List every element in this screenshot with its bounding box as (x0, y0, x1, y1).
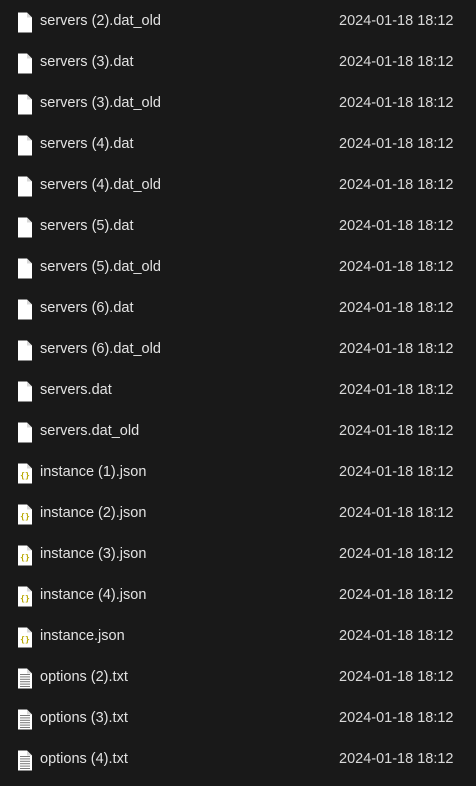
file-modified-date: 2024-01-18 18:12 (339, 54, 454, 70)
file-row[interactable]: servers.dat_old 2024-01-18 18:12 (0, 411, 476, 452)
json-file-icon: {} (17, 463, 33, 484)
blank-file-icon (17, 217, 33, 238)
file-row[interactable]: servers (2).dat_old 2024-01-18 18:12 (0, 1, 476, 42)
file-row[interactable]: servers.dat 2024-01-18 18:12 (0, 370, 476, 411)
file-list: servers (2).dat_old 2024-01-18 18:12 ser… (0, 0, 476, 786)
file-modified-date: 2024-01-18 18:12 (339, 423, 454, 439)
file-name[interactable]: servers (5).dat (40, 206, 133, 247)
file-row[interactable]: servers (6).dat_old 2024-01-18 18:12 (0, 329, 476, 370)
file-name[interactable]: servers (5).dat_old (40, 247, 161, 288)
file-name[interactable]: servers.dat (40, 370, 112, 411)
blank-file-icon (17, 381, 33, 402)
text-file-icon (17, 668, 33, 689)
file-modified-date: 2024-01-18 18:12 (339, 546, 454, 562)
file-name[interactable]: servers (4).dat_old (40, 165, 161, 206)
json-file-icon: {} (17, 545, 33, 566)
svg-text:{}: {} (20, 594, 30, 603)
file-name[interactable]: servers (6).dat_old (40, 329, 161, 370)
file-row[interactable]: servers (5).dat 2024-01-18 18:12 (0, 206, 476, 247)
blank-file-icon (17, 299, 33, 320)
file-name[interactable]: servers (3).dat (40, 42, 133, 83)
blank-file-icon (17, 53, 33, 74)
file-modified-date: 2024-01-18 18:12 (339, 505, 454, 521)
svg-text:{}: {} (20, 512, 30, 521)
file-name[interactable]: servers.dat_old (40, 411, 139, 452)
blank-file-icon (17, 422, 33, 443)
file-name[interactable]: options (2).txt (40, 657, 128, 698)
file-name[interactable]: servers (3).dat_old (40, 83, 161, 124)
file-modified-date: 2024-01-18 18:12 (339, 628, 454, 644)
file-name[interactable]: instance (1).json (40, 452, 146, 493)
file-row[interactable]: servers (4).dat_old 2024-01-18 18:12 (0, 165, 476, 206)
file-row[interactable]: servers (5).dat_old 2024-01-18 18:12 (0, 247, 476, 288)
file-row[interactable]: servers (4).dat 2024-01-18 18:12 (0, 124, 476, 165)
file-name[interactable]: instance (3).json (40, 534, 146, 575)
svg-text:{}: {} (20, 635, 30, 644)
file-modified-date: 2024-01-18 18:12 (339, 751, 454, 767)
file-row[interactable]: options (2).txt 2024-01-18 18:12 (0, 657, 476, 698)
json-file-icon: {} (17, 627, 33, 648)
file-name[interactable]: servers (6).dat (40, 288, 133, 329)
text-file-icon (17, 709, 33, 730)
file-row[interactable]: servers (3).dat_old 2024-01-18 18:12 (0, 83, 476, 124)
file-modified-date: 2024-01-18 18:12 (339, 300, 454, 316)
file-row[interactable]: {} instance (4).json 2024-01-18 18:12 (0, 575, 476, 616)
file-name[interactable]: servers (4).dat (40, 124, 133, 165)
file-name[interactable]: instance.json (40, 616, 125, 657)
blank-file-icon (17, 12, 33, 33)
file-row[interactable]: servers (6).dat 2024-01-18 18:12 (0, 288, 476, 329)
file-row[interactable]: servers (3).dat 2024-01-18 18:12 (0, 42, 476, 83)
blank-file-icon (17, 340, 33, 361)
file-modified-date: 2024-01-18 18:12 (339, 95, 454, 111)
file-name[interactable]: options (4).txt (40, 739, 128, 780)
file-modified-date: 2024-01-18 18:12 (339, 13, 454, 29)
file-row[interactable]: options (4).txt 2024-01-18 18:12 (0, 739, 476, 780)
svg-text:{}: {} (20, 553, 30, 562)
file-modified-date: 2024-01-18 18:12 (339, 710, 454, 726)
text-file-icon (17, 750, 33, 771)
file-name[interactable]: instance (4).json (40, 575, 146, 616)
file-name[interactable]: instance (2).json (40, 493, 146, 534)
blank-file-icon (17, 258, 33, 279)
file-row[interactable]: {} instance (2).json 2024-01-18 18:12 (0, 493, 476, 534)
file-modified-date: 2024-01-18 18:12 (339, 382, 454, 398)
json-file-icon: {} (17, 586, 33, 607)
file-modified-date: 2024-01-18 18:12 (339, 136, 454, 152)
blank-file-icon (17, 94, 33, 115)
file-modified-date: 2024-01-18 18:12 (339, 177, 454, 193)
svg-text:{}: {} (20, 471, 30, 480)
file-modified-date: 2024-01-18 18:12 (339, 587, 454, 603)
file-row[interactable]: options (3).txt 2024-01-18 18:12 (0, 698, 476, 739)
file-name[interactable]: options (3).txt (40, 698, 128, 739)
file-row[interactable]: {} instance (1).json 2024-01-18 18:12 (0, 452, 476, 493)
file-modified-date: 2024-01-18 18:12 (339, 259, 454, 275)
file-modified-date: 2024-01-18 18:12 (339, 218, 454, 234)
blank-file-icon (17, 135, 33, 156)
file-name[interactable]: servers (2).dat_old (40, 1, 161, 42)
file-modified-date: 2024-01-18 18:12 (339, 464, 454, 480)
file-row[interactable]: {} instance (3).json 2024-01-18 18:12 (0, 534, 476, 575)
file-row[interactable]: {} instance.json 2024-01-18 18:12 (0, 616, 476, 657)
json-file-icon: {} (17, 504, 33, 525)
blank-file-icon (17, 176, 33, 197)
file-modified-date: 2024-01-18 18:12 (339, 341, 454, 357)
file-modified-date: 2024-01-18 18:12 (339, 669, 454, 685)
